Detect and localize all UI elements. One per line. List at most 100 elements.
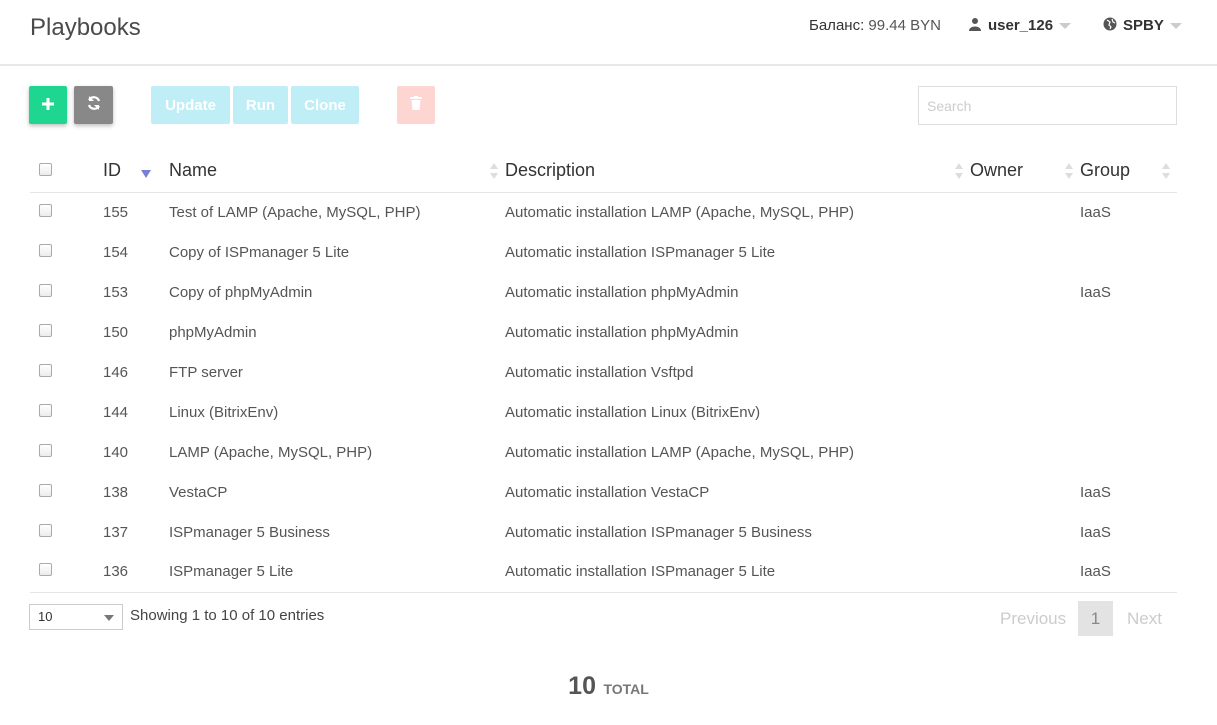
cell-group: IaaS	[1080, 483, 1111, 501]
cell-group	[1080, 232, 1177, 272]
cell-description: Automatic installation Linux (BitrixEnv)	[505, 403, 761, 421]
cell-id: 150	[103, 323, 129, 341]
cell-owner	[970, 232, 1080, 272]
table-row[interactable]: 153 Copy of phpMyAdmin Automatic installat…	[30, 272, 1177, 312]
row-checkbox[interactable]	[39, 243, 52, 257]
chevron-down-icon	[1059, 23, 1072, 30]
row-checkbox[interactable]	[39, 443, 52, 457]
balance: Баланс: 99.44 BYN	[809, 17, 941, 34]
cell-group	[1080, 352, 1177, 392]
region-name: SPBY	[1123, 17, 1164, 34]
page-length-value: 10	[38, 609, 53, 624]
row-checkbox[interactable]	[39, 323, 52, 337]
sort-icon	[955, 163, 963, 179]
add-button[interactable]	[29, 86, 67, 124]
trash-icon	[410, 96, 422, 110]
row-checkbox-cell	[30, 192, 103, 232]
cell-owner	[970, 392, 1080, 432]
select-all-cell	[30, 150, 103, 193]
cell-owner	[970, 352, 1080, 392]
cell-name: FTP server	[169, 363, 243, 381]
refresh-button[interactable]	[74, 86, 113, 124]
column-header-group[interactable]: Group	[1080, 150, 1177, 193]
cell-id: 140	[103, 443, 129, 461]
cell-group: IaaS	[1080, 283, 1111, 301]
cell-name: Linux (BitrixEnv)	[169, 403, 279, 421]
row-checkbox[interactable]	[39, 283, 52, 297]
cell-id: 137	[103, 523, 129, 541]
column-header-owner[interactable]: Owner	[970, 150, 1080, 193]
search-input[interactable]	[918, 86, 1177, 125]
cell-group: IaaS	[1080, 552, 1177, 593]
cell-id: 136	[103, 552, 169, 593]
cell-id: 146	[103, 363, 129, 381]
table-body: 155 Test of LAMP (Apache, MySQL, PHP) Auto…	[30, 192, 1177, 593]
sort-desc-icon	[141, 170, 151, 178]
top-header: Playbooks Баланс: 99.44 BYN user_126 SPB…	[0, 0, 1217, 66]
cell-id: 155	[103, 203, 129, 221]
cell-id: 138	[103, 483, 129, 501]
sort-icon	[1065, 163, 1073, 179]
cell-group	[1080, 432, 1177, 472]
cell-name: Copy of phpMyAdmin	[169, 283, 313, 301]
cell-name: ISPmanager 5 Business	[169, 523, 330, 541]
table-row[interactable]: 154 Copy of ISPmanager 5 Lite Automatic in…	[30, 232, 1177, 272]
row-checkbox[interactable]	[39, 403, 52, 417]
cell-id: 153	[103, 283, 129, 301]
table-row[interactable]: 146 FTP server Automatic installation Vsft…	[30, 352, 1177, 392]
next-page-button[interactable]: Next	[1127, 609, 1162, 629]
cell-owner	[970, 552, 1080, 593]
user-icon	[969, 18, 981, 31]
page-length-select[interactable]: 10	[29, 604, 123, 630]
row-checkbox-cell	[30, 392, 103, 432]
previous-page-button[interactable]: Previous	[1000, 609, 1066, 629]
cell-name: LAMP (Apache, MySQL, PHP)	[169, 443, 373, 461]
table-row[interactable]: 140 LAMP (Apache, MySQL, PHP) Automatic in…	[30, 432, 1177, 472]
table-row[interactable]: 137 ISPmanager 5 Business Automatic instal…	[30, 512, 1177, 552]
cell-owner	[970, 272, 1080, 312]
total-label: TOTAL	[603, 681, 649, 697]
column-header-id[interactable]: ID	[103, 150, 169, 193]
cell-owner	[970, 192, 1080, 232]
table-row[interactable]: 136 ISPmanager 5 Lite Automatic installati…	[30, 552, 1177, 593]
cell-name: Copy of ISPmanager 5 Lite	[169, 243, 350, 261]
region-menu[interactable]: SPBY	[1103, 17, 1182, 34]
row-checkbox-cell	[30, 552, 103, 593]
user-menu[interactable]: user_126	[968, 17, 1072, 34]
page-title: Playbooks	[30, 14, 141, 41]
cell-name: Test of LAMP (Apache, MySQL, PHP)	[169, 203, 421, 221]
table-row[interactable]: 150 phpMyAdmin Automatic installation phpM…	[30, 312, 1177, 352]
column-header-name[interactable]: Name	[169, 150, 505, 193]
table-row[interactable]: 144 Linux (BitrixEnv) Automatic installati…	[30, 392, 1177, 432]
cell-group	[1080, 312, 1177, 352]
row-checkbox[interactable]	[39, 563, 52, 577]
row-checkbox-cell	[30, 272, 103, 312]
row-checkbox[interactable]	[39, 523, 52, 537]
delete-button[interactable]	[397, 86, 435, 124]
cell-owner	[970, 512, 1080, 552]
total-count: 10	[568, 672, 596, 700]
cell-name: ISPmanager 5 Lite	[169, 552, 505, 593]
balance-value: 99.44 BYN	[868, 17, 941, 34]
row-checkbox[interactable]	[39, 483, 52, 497]
cell-group	[1080, 392, 1177, 432]
cell-description: Automatic installation Vsftpd	[505, 363, 694, 381]
row-checkbox[interactable]	[39, 203, 52, 217]
update-button[interactable]: Update	[151, 86, 230, 124]
cell-owner	[970, 312, 1080, 352]
run-button[interactable]: Run	[233, 86, 288, 124]
column-header-description[interactable]: Description	[505, 150, 970, 193]
table-row[interactable]: 138 VestaCP Automatic installation VestaCP…	[30, 472, 1177, 512]
cell-description: Automatic installation LAMP (Apache, MyS…	[505, 203, 855, 221]
current-page-button[interactable]: 1	[1078, 601, 1113, 636]
row-checkbox[interactable]	[39, 363, 52, 377]
cell-description: Automatic installation phpMyAdmin	[505, 323, 739, 341]
table-row[interactable]: 155 Test of LAMP (Apache, MySQL, PHP) Auto…	[30, 192, 1177, 232]
plus-icon	[42, 97, 54, 110]
clone-button[interactable]: Clone	[291, 86, 359, 124]
balance-label: Баланс:	[809, 17, 865, 34]
row-checkbox-cell	[30, 472, 103, 512]
cell-description: Automatic installation ISPmanager 5 Busi…	[505, 523, 812, 541]
select-all-checkbox[interactable]	[39, 163, 52, 177]
globe-icon	[1103, 17, 1117, 31]
